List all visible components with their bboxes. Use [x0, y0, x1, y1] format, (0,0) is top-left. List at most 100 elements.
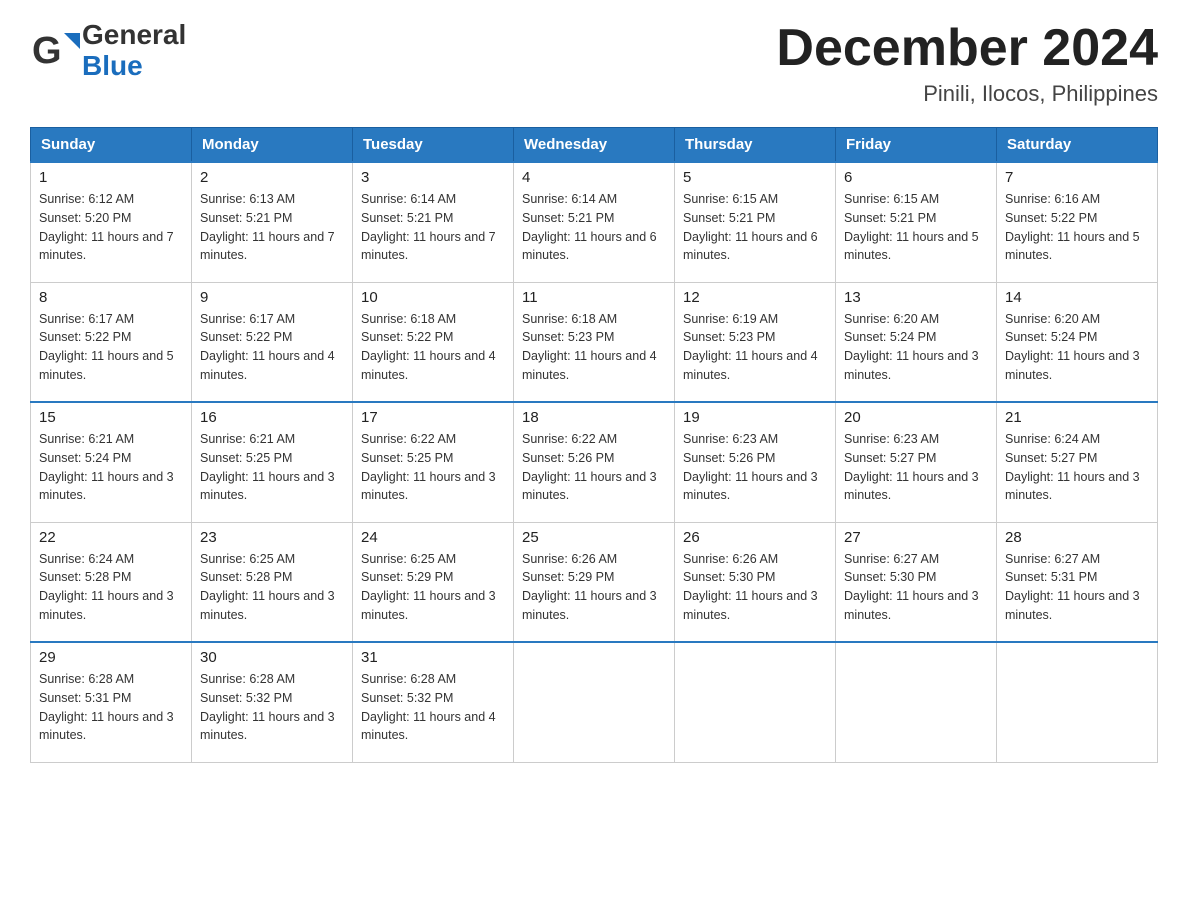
logo-icon: G — [30, 25, 82, 77]
calendar-cell: 18Sunrise: 6:22 AMSunset: 5:26 PMDayligh… — [514, 402, 675, 522]
calendar-table: SundayMondayTuesdayWednesdayThursdayFrid… — [30, 127, 1158, 763]
page-header: G General Blue December 2024 Pinili, Ilo… — [30, 20, 1158, 107]
day-info: Sunrise: 6:24 AMSunset: 5:28 PMDaylight:… — [39, 550, 183, 625]
calendar-cell: 26Sunrise: 6:26 AMSunset: 5:30 PMDayligh… — [675, 522, 836, 642]
calendar-cell — [675, 642, 836, 762]
day-info: Sunrise: 6:14 AMSunset: 5:21 PMDaylight:… — [522, 190, 666, 265]
day-info: Sunrise: 6:15 AMSunset: 5:21 PMDaylight:… — [683, 190, 827, 265]
calendar-week-row: 29 Sunrise: 6:28 AMSunset: 5:31 PMDayligh… — [31, 642, 1158, 762]
calendar-cell: 24Sunrise: 6:25 AMSunset: 5:29 PMDayligh… — [353, 522, 514, 642]
day-info: Sunrise: 6:13 AMSunset: 5:21 PMDaylight:… — [200, 190, 344, 265]
month-title: December 2024 — [776, 20, 1158, 77]
day-number: 6 — [844, 169, 988, 186]
day-number: 7 — [1005, 169, 1149, 186]
calendar-cell: 25Sunrise: 6:26 AMSunset: 5:29 PMDayligh… — [514, 522, 675, 642]
calendar-cell: 7 Sunrise: 6:16 AMSunset: 5:22 PMDaylight… — [997, 162, 1158, 282]
day-info: Sunrise: 6:27 AMSunset: 5:31 PMDaylight:… — [1005, 550, 1149, 625]
day-info: Sunrise: 6:17 AMSunset: 5:22 PMDaylight:… — [39, 310, 183, 385]
column-header-sunday: Sunday — [31, 128, 192, 163]
day-info: Sunrise: 6:18 AMSunset: 5:22 PMDaylight:… — [361, 310, 505, 385]
day-number: 31 — [361, 649, 505, 666]
calendar-cell: 21 Sunrise: 6:24 AMSunset: 5:27 PMDayligh… — [997, 402, 1158, 522]
day-number: 20 — [844, 409, 988, 426]
day-info: Sunrise: 6:28 AMSunset: 5:32 PMDaylight:… — [361, 670, 505, 745]
day-number: 15 — [39, 409, 183, 426]
day-info: Sunrise: 6:27 AMSunset: 5:30 PMDaylight:… — [844, 550, 988, 625]
day-number: 2 — [200, 169, 344, 186]
day-info: Sunrise: 6:25 AMSunset: 5:29 PMDaylight:… — [361, 550, 505, 625]
column-header-tuesday: Tuesday — [353, 128, 514, 163]
location: Pinili, Ilocos, Philippines — [776, 81, 1158, 107]
logo-blue: Blue — [82, 51, 186, 82]
day-info: Sunrise: 6:25 AMSunset: 5:28 PMDaylight:… — [200, 550, 344, 625]
day-info: Sunrise: 6:18 AMSunset: 5:23 PMDaylight:… — [522, 310, 666, 385]
day-info: Sunrise: 6:28 AMSunset: 5:31 PMDaylight:… — [39, 670, 183, 745]
day-info: Sunrise: 6:23 AMSunset: 5:27 PMDaylight:… — [844, 430, 988, 505]
title-block: December 2024 Pinili, Ilocos, Philippine… — [776, 20, 1158, 107]
day-info: Sunrise: 6:15 AMSunset: 5:21 PMDaylight:… — [844, 190, 988, 265]
calendar-cell: 11 Sunrise: 6:18 AMSunset: 5:23 PMDayligh… — [514, 282, 675, 402]
day-number: 4 — [522, 169, 666, 186]
calendar-cell: 22 Sunrise: 6:24 AMSunset: 5:28 PMDayligh… — [31, 522, 192, 642]
day-info: Sunrise: 6:14 AMSunset: 5:21 PMDaylight:… — [361, 190, 505, 265]
column-header-monday: Monday — [192, 128, 353, 163]
calendar-cell: 17 Sunrise: 6:22 AMSunset: 5:25 PMDayligh… — [353, 402, 514, 522]
day-number: 22 — [39, 529, 183, 546]
calendar-cell: 19Sunrise: 6:23 AMSunset: 5:26 PMDayligh… — [675, 402, 836, 522]
calendar-cell: 20 Sunrise: 6:23 AMSunset: 5:27 PMDayligh… — [836, 402, 997, 522]
day-info: Sunrise: 6:16 AMSunset: 5:22 PMDaylight:… — [1005, 190, 1149, 265]
day-number: 12 — [683, 289, 827, 306]
calendar-cell: 6 Sunrise: 6:15 AMSunset: 5:21 PMDaylight… — [836, 162, 997, 282]
day-number: 17 — [361, 409, 505, 426]
day-number: 13 — [844, 289, 988, 306]
logo: G General Blue — [30, 20, 186, 82]
calendar-cell: 30 Sunrise: 6:28 AMSunset: 5:32 PMDayligh… — [192, 642, 353, 762]
day-number: 1 — [39, 169, 183, 186]
calendar-cell: 23 Sunrise: 6:25 AMSunset: 5:28 PMDayligh… — [192, 522, 353, 642]
calendar-cell: 5Sunrise: 6:15 AMSunset: 5:21 PMDaylight… — [675, 162, 836, 282]
column-header-saturday: Saturday — [997, 128, 1158, 163]
day-info: Sunrise: 6:20 AMSunset: 5:24 PMDaylight:… — [1005, 310, 1149, 385]
day-info: Sunrise: 6:21 AMSunset: 5:24 PMDaylight:… — [39, 430, 183, 505]
day-info: Sunrise: 6:23 AMSunset: 5:26 PMDaylight:… — [683, 430, 827, 505]
day-number: 29 — [39, 649, 183, 666]
calendar-week-row: 15 Sunrise: 6:21 AMSunset: 5:24 PMDayligh… — [31, 402, 1158, 522]
day-info: Sunrise: 6:22 AMSunset: 5:25 PMDaylight:… — [361, 430, 505, 505]
day-number: 23 — [200, 529, 344, 546]
calendar-week-row: 8 Sunrise: 6:17 AMSunset: 5:22 PMDaylight… — [31, 282, 1158, 402]
day-info: Sunrise: 6:19 AMSunset: 5:23 PMDaylight:… — [683, 310, 827, 385]
calendar-cell: 9Sunrise: 6:17 AMSunset: 5:22 PMDaylight… — [192, 282, 353, 402]
calendar-cell — [997, 642, 1158, 762]
calendar-cell: 13 Sunrise: 6:20 AMSunset: 5:24 PMDayligh… — [836, 282, 997, 402]
day-info: Sunrise: 6:20 AMSunset: 5:24 PMDaylight:… — [844, 310, 988, 385]
day-info: Sunrise: 6:28 AMSunset: 5:32 PMDaylight:… — [200, 670, 344, 745]
calendar-week-row: 22 Sunrise: 6:24 AMSunset: 5:28 PMDayligh… — [31, 522, 1158, 642]
day-number: 9 — [200, 289, 344, 306]
day-number: 8 — [39, 289, 183, 306]
calendar-cell: 27 Sunrise: 6:27 AMSunset: 5:30 PMDayligh… — [836, 522, 997, 642]
calendar-cell: 12 Sunrise: 6:19 AMSunset: 5:23 PMDayligh… — [675, 282, 836, 402]
day-number: 21 — [1005, 409, 1149, 426]
calendar-cell — [836, 642, 997, 762]
day-info: Sunrise: 6:24 AMSunset: 5:27 PMDaylight:… — [1005, 430, 1149, 505]
calendar-cell: 1Sunrise: 6:12 AMSunset: 5:20 PMDaylight… — [31, 162, 192, 282]
svg-text:G: G — [32, 30, 62, 72]
day-info: Sunrise: 6:22 AMSunset: 5:26 PMDaylight:… — [522, 430, 666, 505]
day-number: 27 — [844, 529, 988, 546]
calendar-cell: 3Sunrise: 6:14 AMSunset: 5:21 PMDaylight… — [353, 162, 514, 282]
calendar-cell: 8 Sunrise: 6:17 AMSunset: 5:22 PMDaylight… — [31, 282, 192, 402]
column-header-thursday: Thursday — [675, 128, 836, 163]
calendar-cell: 16Sunrise: 6:21 AMSunset: 5:25 PMDayligh… — [192, 402, 353, 522]
calendar-cell — [514, 642, 675, 762]
day-info: Sunrise: 6:26 AMSunset: 5:29 PMDaylight:… — [522, 550, 666, 625]
day-info: Sunrise: 6:21 AMSunset: 5:25 PMDaylight:… — [200, 430, 344, 505]
day-number: 30 — [200, 649, 344, 666]
calendar-cell: 31 Sunrise: 6:28 AMSunset: 5:32 PMDayligh… — [353, 642, 514, 762]
day-number: 14 — [1005, 289, 1149, 306]
day-number: 26 — [683, 529, 827, 546]
calendar-cell: 4 Sunrise: 6:14 AMSunset: 5:21 PMDaylight… — [514, 162, 675, 282]
column-header-wednesday: Wednesday — [514, 128, 675, 163]
day-number: 11 — [522, 289, 666, 306]
day-number: 28 — [1005, 529, 1149, 546]
calendar-cell: 10Sunrise: 6:18 AMSunset: 5:22 PMDayligh… — [353, 282, 514, 402]
